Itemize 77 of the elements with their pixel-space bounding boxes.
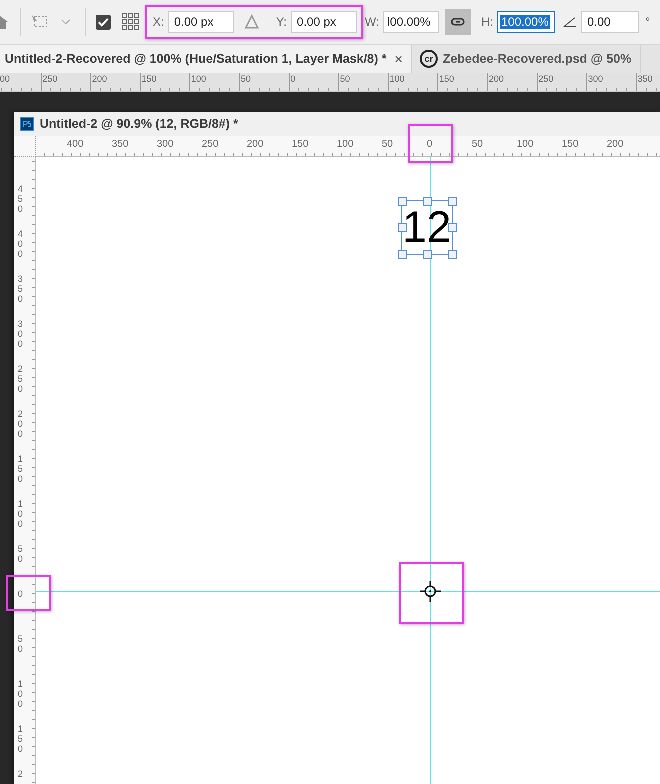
ruler-label: 150 <box>18 725 23 755</box>
ruler-label: 350 <box>112 139 129 150</box>
ruler-label: 200 <box>92 74 108 84</box>
ruler-label: 250 <box>202 139 219 150</box>
x-field[interactable]: 0.00 px <box>168 11 234 33</box>
ruler-label: 400 <box>67 139 84 150</box>
ruler-label: 200 <box>489 74 504 84</box>
highlight-frame <box>408 124 453 163</box>
ruler-label: 350 <box>638 74 653 84</box>
ruler-label: 00 <box>0 74 10 84</box>
ruler-label: 0 <box>18 590 23 600</box>
ruler-label: 50 <box>241 74 252 84</box>
caret-icon[interactable] <box>61 19 71 25</box>
tab-title: Zebedee-Recovered.psd @ 50% <box>442 52 632 66</box>
ruler-label: 300 <box>157 139 174 150</box>
highlight-frame <box>399 562 464 624</box>
document-tab[interactable]: Untitled-2-Recovered @ 100% (Hue/Saturation 1, Layer Mask/8) * × <box>0 45 412 73</box>
ruler-label: 2 <box>18 770 23 780</box>
ruler-label: 100 <box>191 74 206 84</box>
photoshop-file-icon <box>20 117 34 131</box>
ruler-label: 100 <box>517 139 534 150</box>
checkbox[interactable] <box>96 14 111 30</box>
ruler-label: 50 <box>18 545 23 565</box>
ruler-label: 150 <box>562 139 579 150</box>
ruler-label: 100 <box>337 139 354 150</box>
y-field[interactable]: 0.00 px <box>291 11 358 33</box>
ruler-label: 250 <box>18 365 23 395</box>
ruler-label: 250 <box>42 74 58 84</box>
transform-handle[interactable] <box>448 197 457 206</box>
ruler-label: 300 <box>18 320 23 350</box>
ruler-label: 200 <box>607 139 624 150</box>
triangle-icon[interactable] <box>244 14 260 30</box>
ruler-label: 100 <box>390 74 405 84</box>
transform-handle[interactable] <box>398 250 407 259</box>
degree-label: ° <box>645 15 650 29</box>
ruler-label: 0 <box>290 74 296 84</box>
ruler-label: 100 <box>18 500 23 530</box>
transform-handle[interactable] <box>398 197 407 206</box>
transform-handle[interactable] <box>423 250 432 259</box>
ruler-label: 150 <box>292 139 309 150</box>
x-label: X: <box>153 15 164 29</box>
ruler-corner[interactable] <box>14 136 36 157</box>
ruler-label: 400 <box>18 230 23 260</box>
document-title: Untitled-2 @ 90.9% (12, RGB/8#) * <box>40 117 238 131</box>
h-label: H: <box>481 15 494 29</box>
cr-badge-icon: cr <box>420 50 438 68</box>
ruler-label: 200 <box>247 139 264 150</box>
ruler-label: 250 <box>538 74 554 84</box>
w-label: W: <box>365 15 380 29</box>
height-field[interactable]: 100.00% <box>497 11 556 33</box>
width-field[interactable]: l00.00% <box>383 11 440 33</box>
transform-handle[interactable] <box>448 250 457 259</box>
ruler-label: 200 <box>18 410 23 440</box>
angle-field[interactable]: 0.00 <box>581 11 640 33</box>
ruler-label: 150 <box>18 455 23 485</box>
y-label: Y: <box>276 15 288 29</box>
ruler-label: 50 <box>340 74 350 84</box>
ruler-label: 50 <box>18 635 23 655</box>
ruler-label: 300 <box>588 74 604 84</box>
angle-icon[interactable] <box>563 16 578 28</box>
home-icon[interactable] <box>0 14 10 30</box>
ruler-label: 150 <box>142 74 157 84</box>
transform-icon[interactable] <box>31 14 49 30</box>
close-icon[interactable]: × <box>394 51 403 67</box>
link-icon <box>451 18 466 26</box>
ruler-label: 50 <box>472 139 484 150</box>
ruler-label: 150 <box>439 74 454 84</box>
ruler-label: 0 <box>427 139 433 150</box>
reference-point-icon[interactable] <box>121 12 141 32</box>
crosshair-icon <box>420 581 441 602</box>
ruler-label: 350 <box>18 275 23 305</box>
ruler-label: 450 <box>18 185 23 215</box>
tab-title: Untitled-2-Recovered @ 100% (Hue/Saturation 1, Layer Mask/8) * <box>5 52 387 66</box>
ruler-label: 100 <box>18 680 23 710</box>
ruler-label: 50 <box>382 139 394 150</box>
highlight-frame <box>6 575 51 611</box>
link-button[interactable] <box>445 9 472 35</box>
